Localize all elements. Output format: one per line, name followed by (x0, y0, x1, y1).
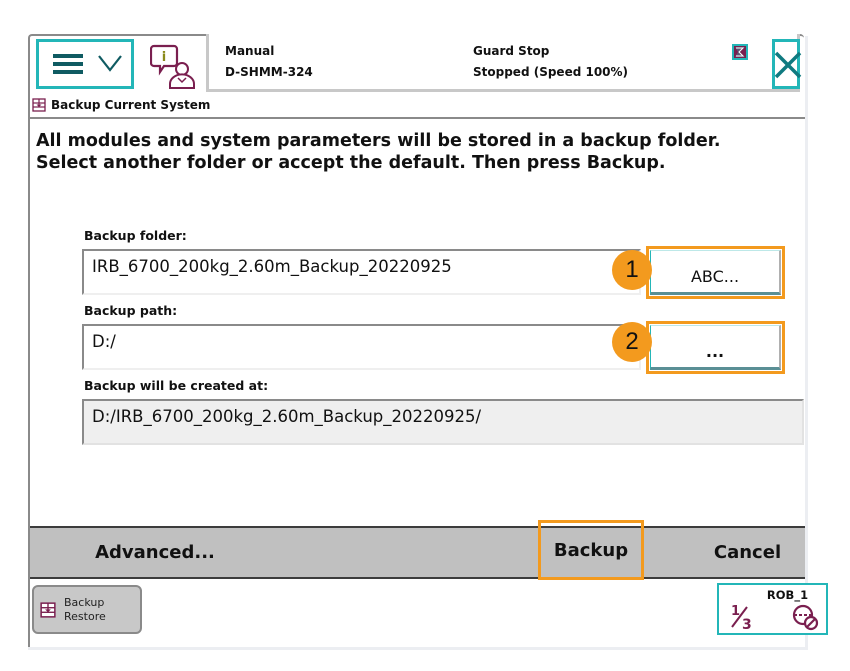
operating-mode: Manual (225, 44, 275, 58)
backup-restore-icon (40, 601, 56, 618)
backup-destination-value: D:/IRB_6700_200kg_2.60m_Backup_20220925/ (82, 399, 804, 445)
taskbar-label-line: Restore (64, 609, 106, 623)
taskbar-label: Backup Restore (64, 596, 106, 624)
frame-edge (28, 647, 808, 650)
advanced-button[interactable]: Advanced... (30, 528, 280, 577)
callout-badge-2: 2 (612, 322, 652, 362)
hamburger-icon (53, 54, 83, 74)
command-bar: Advanced... Backup Cancel (30, 520, 805, 580)
close-icon (774, 51, 802, 79)
main-menu-button[interactable] (36, 39, 134, 89)
app-title-text: Backup Current System (51, 98, 211, 112)
quickset-robot-button[interactable]: ROB_1 1 3 (717, 583, 828, 635)
event-log-icon[interactable]: i (150, 42, 198, 90)
backup-button[interactable]: Backup (538, 520, 644, 580)
robot-name: ROB_1 (766, 588, 809, 602)
backup-path-input[interactable]: D:/ (82, 324, 641, 370)
browse-path-button[interactable]: ... (646, 321, 785, 374)
svg-text:3: 3 (742, 617, 752, 631)
chevron-down-icon (98, 55, 122, 72)
taskbar-label-line: Backup (64, 595, 105, 609)
increment-icon: 1 3 (731, 604, 752, 631)
divider (30, 117, 805, 119)
app-title: Backup Current System (32, 94, 210, 116)
edit-folder-name-label: ABC... (650, 250, 781, 295)
callout-badge-1: 1 (612, 250, 652, 290)
backup-folder-input[interactable]: IRB_6700_200kg_2.60m_Backup_20220925 (82, 249, 641, 295)
instruction-line: Select another folder or accept the defa… (36, 153, 666, 173)
svg-text:i: i (162, 50, 166, 65)
backup-folder-label: Backup folder: (84, 228, 187, 243)
backup-restore-icon (32, 98, 46, 112)
status-bar[interactable]: Manual D-SHMM-324 Guard Stop Stopped (Sp… (206, 34, 800, 92)
instructions: All modules and system parameters will b… (36, 130, 721, 174)
taskbar-backup-restore[interactable]: Backup Restore (32, 585, 142, 634)
frame-edge (805, 36, 808, 649)
motion-mode-icon (792, 604, 819, 631)
safety-state: Guard Stop (473, 44, 550, 58)
edit-folder-name-button[interactable]: ABC... (646, 246, 785, 299)
program-state-icon (732, 44, 748, 60)
backup-destination-label: Backup will be created at: (84, 378, 269, 393)
browse-path-label: ... (650, 325, 781, 370)
instruction-line: All modules and system parameters will b… (36, 131, 721, 151)
backup-path-label: Backup path: (84, 303, 178, 318)
close-button[interactable] (772, 39, 802, 89)
cancel-button[interactable]: Cancel (690, 528, 805, 577)
run-state: Stopped (Speed 100%) (473, 65, 629, 79)
system-name: D-SHMM-324 (225, 65, 313, 79)
